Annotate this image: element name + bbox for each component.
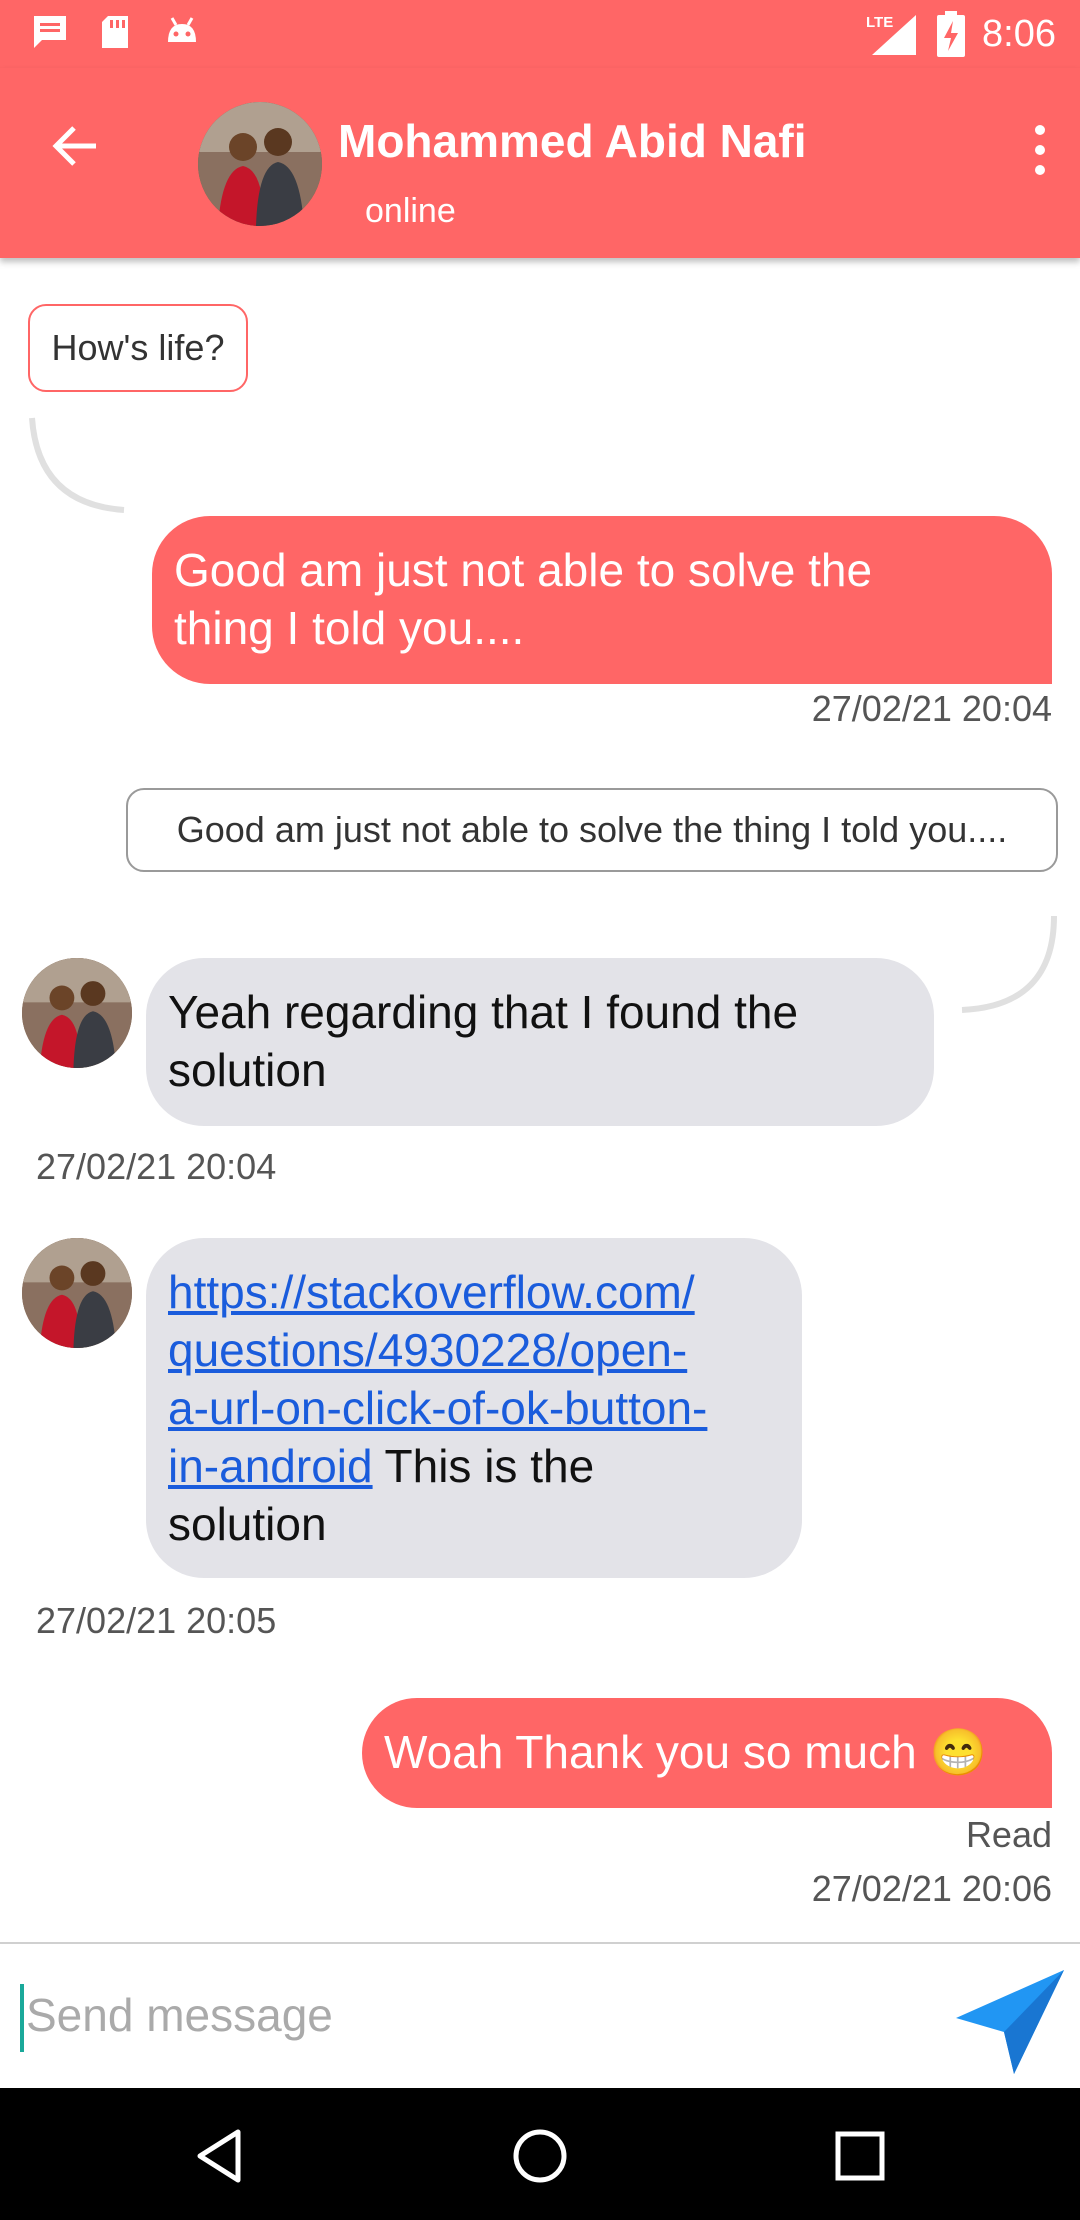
message-line: Yeah regarding that I found the [168, 986, 799, 1038]
svg-text:LTE: LTE [866, 14, 893, 31]
message-text: Good am just not able to solve the thing… [174, 541, 872, 657]
received-message[interactable]: Yeah regarding that I found the solution [146, 958, 934, 1126]
chat-header: Mohammed Abid Nafi online [0, 68, 1080, 258]
message-line: solution [168, 1498, 327, 1550]
message-text: https://stackoverflow.com/ questions/493… [168, 1263, 707, 1553]
contact-name[interactable]: Mohammed Abid Nafi [338, 114, 807, 168]
message-input[interactable] [24, 1974, 928, 2056]
quoted-message[interactable]: How's life? [28, 304, 248, 392]
message-line: Good am just not able to solve the [174, 544, 873, 596]
recents-nav-icon[interactable] [828, 2124, 892, 2188]
quoted-text: How's life? [51, 327, 225, 368]
quote-connector [29, 417, 125, 513]
arrow-left-icon[interactable] [48, 118, 104, 174]
message-timestamp: 27/02/21 20:04 [811, 688, 1052, 729]
sent-message[interactable]: Woah Thank you so much 😁 [362, 1698, 1052, 1808]
message-link[interactable]: https://stackoverflow.com/ [168, 1266, 695, 1318]
message-line: thing I told you.... [174, 602, 525, 654]
android-icon [168, 17, 196, 42]
message-text: Yeah regarding that I found the solution [168, 983, 798, 1099]
clock: 8:06 [982, 12, 1056, 55]
message-link[interactable]: in-android [168, 1440, 373, 1492]
message-timestamp: 27/02/21 20:06 [811, 1868, 1052, 1909]
quoted-text: Good am just not able to solve the thing… [176, 809, 1008, 850]
lte-signal-icon: LTE [866, 14, 917, 55]
message-line: solution [168, 1044, 327, 1096]
status-right: LTE 8:06 [864, 8, 1056, 60]
message-link[interactable]: a-url-on-click-of-ok-button- [168, 1382, 707, 1434]
status-bar: LTE 8:06 [0, 0, 1080, 68]
send-icon[interactable] [950, 1962, 1070, 2082]
avatar-photo [22, 1238, 132, 1348]
message-icon [34, 16, 66, 48]
avatar-photo [22, 958, 132, 1068]
sender-avatar[interactable] [22, 958, 132, 1068]
received-message[interactable]: https://stackoverflow.com/ questions/493… [146, 1238, 802, 1578]
read-receipt: Read [965, 1814, 1052, 1855]
sender-avatar[interactable] [22, 1238, 132, 1348]
sd-card-icon [102, 16, 128, 48]
message-timestamp: 27/02/21 20:04 [36, 1146, 277, 1187]
avatar-photo [198, 102, 322, 226]
message-link[interactable]: questions/4930228/open- [168, 1324, 687, 1376]
message-line: This is the [384, 1440, 595, 1492]
battery-charging-icon [937, 11, 966, 57]
sent-message[interactable]: Good am just not able to solve the thing… [152, 516, 1052, 684]
quote-connector [961, 915, 1057, 1013]
message-composer [0, 1942, 1080, 2090]
contact-status: online [365, 192, 456, 230]
more-vertical-icon[interactable] [1028, 120, 1052, 180]
home-nav-icon[interactable] [508, 2124, 572, 2188]
system-nav-bar [0, 2088, 1080, 2220]
contact-avatar[interactable] [198, 102, 322, 226]
message-timestamp: 27/02/21 20:05 [36, 1600, 277, 1641]
back-nav-icon[interactable] [188, 2124, 252, 2188]
message-text: Woah Thank you so much 😁 [384, 1726, 987, 1778]
quoted-message[interactable]: Good am just not able to solve the thing… [126, 788, 1058, 872]
